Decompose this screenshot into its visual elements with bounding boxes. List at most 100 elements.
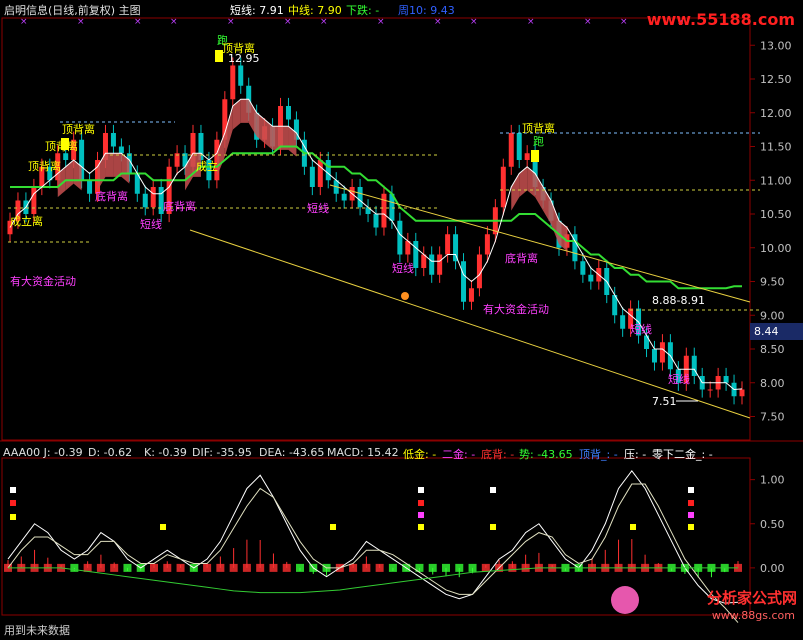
signal-block [203, 563, 212, 572]
top-marker: × [527, 17, 535, 27]
trend-ribbon [519, 166, 528, 198]
y-tick-label: 12.50 [760, 73, 792, 86]
y-tick-label: 9.00 [760, 309, 785, 322]
top-marker: × [377, 17, 385, 27]
signal-block [282, 563, 291, 572]
y-tick-label: 10.00 [760, 242, 792, 255]
sub-zero-below: 零下二金_: - [652, 448, 713, 461]
sub-macd: MACD: 15.42 [327, 446, 399, 459]
signal-block [242, 563, 251, 572]
candle-body [429, 254, 435, 275]
price-marker [401, 292, 409, 300]
top-marker: × [170, 17, 178, 27]
chart-title: 启明信息(日线,前复权) 主图 [4, 4, 141, 17]
candle-body [397, 220, 403, 255]
top-marker: × [620, 17, 628, 27]
candle-body [651, 349, 657, 363]
annotation-label: 7.51 [652, 395, 677, 408]
signal-block [216, 563, 225, 572]
signal-block [229, 563, 238, 572]
candle-body [325, 160, 331, 181]
site-logo [611, 586, 639, 614]
signal-block [96, 563, 105, 572]
annotation-label: 底背离 [163, 199, 196, 213]
signal-block [269, 563, 278, 572]
signal-block [375, 563, 384, 572]
annotation-label: 有大资金活动 [483, 302, 549, 316]
sub-bottom-div: 底背: - [481, 448, 515, 461]
annotation-label: 顶背离 [28, 159, 61, 173]
current-price-tag: 8.44 [750, 323, 803, 340]
candle-body [110, 133, 116, 147]
short-line-series [9, 98, 743, 391]
signal-block [70, 563, 79, 572]
indicator-square [10, 514, 16, 520]
candle-body [659, 342, 665, 363]
sub-dea: DEA: -43.65 [259, 446, 325, 459]
annotation-label: 12.95 [228, 52, 260, 65]
y-tick-label: 9.50 [760, 276, 785, 289]
candle-body [381, 193, 387, 228]
indicator-square [160, 524, 166, 530]
signal-block [110, 563, 119, 572]
trend-ribbon [543, 187, 552, 225]
annotation-label: 短线 [392, 261, 414, 275]
candle-body [413, 241, 419, 268]
candle-body [580, 261, 586, 275]
sub-panel-frame [1, 457, 751, 616]
candle-body [31, 187, 37, 214]
chart-stage: 7.50 8.00 8.50 9.00 9.50 10.00 10.50 11.00 11.50… [0, 0, 803, 637]
candle-body [341, 193, 347, 201]
y-tick-label: 12.00 [760, 107, 792, 120]
signal-block [468, 563, 477, 572]
trend-ribbon [551, 200, 559, 245]
indicator-square [490, 524, 496, 530]
top-marker: × [134, 17, 142, 27]
annotation-label: 底背离 [505, 251, 538, 265]
annotation-label: 短线 [630, 322, 652, 336]
trend-ribbon [232, 99, 241, 130]
mid-line-value: 中线: 7.90 [288, 4, 342, 17]
indicator-square [418, 500, 424, 506]
candle-body [445, 234, 451, 255]
candle-body [373, 214, 379, 228]
candle-body [524, 153, 530, 160]
candle-body [723, 376, 729, 383]
candle-body [484, 234, 490, 255]
signal-block [481, 563, 490, 572]
indicator-square [630, 524, 636, 530]
annotation-label: 8.88-8.91 [652, 294, 705, 307]
annotation-label: 底背离 [95, 189, 128, 203]
sub-y-tick-label: 1.00 [760, 474, 785, 487]
signal-block [388, 563, 397, 572]
trend-ribbon [248, 99, 257, 137]
candle-body [357, 187, 363, 208]
signal-block [508, 563, 517, 572]
top-marker: × [320, 17, 328, 27]
y-tick-label: 11.50 [760, 141, 792, 154]
chart-svg[interactable]: 7.50 8.00 8.50 9.00 9.50 10.00 10.50 11.00 11.50… [0, 0, 803, 637]
candle-body [87, 180, 93, 194]
indicator-square [688, 524, 694, 530]
top-marker: × [20, 17, 28, 27]
signal-block [256, 563, 265, 572]
sub-k: K: -0.39 [144, 446, 187, 459]
trend-ribbon [240, 99, 249, 123]
candle-body [142, 193, 148, 208]
sub-d: D: -0.62 [88, 446, 133, 459]
brand-bottom-url: www.88gs.com [711, 609, 795, 622]
signal-block [362, 563, 371, 572]
trend-ribbon [105, 153, 114, 177]
sub-low-gold: 低金: - [403, 448, 437, 461]
sub-y-tick-label: 0.00 [760, 562, 785, 575]
y-tick-label: 10.50 [760, 208, 792, 221]
candle-body [500, 166, 506, 208]
indicator-square [418, 524, 424, 530]
indicator-square [10, 487, 16, 493]
y-tick-label: 8.50 [760, 343, 785, 356]
top-marker: × [227, 17, 235, 27]
annotation-label: 成立 [196, 159, 218, 173]
candle-body [150, 187, 156, 208]
annotation-label: 顶背离 [62, 122, 95, 136]
candle-body [238, 65, 244, 86]
